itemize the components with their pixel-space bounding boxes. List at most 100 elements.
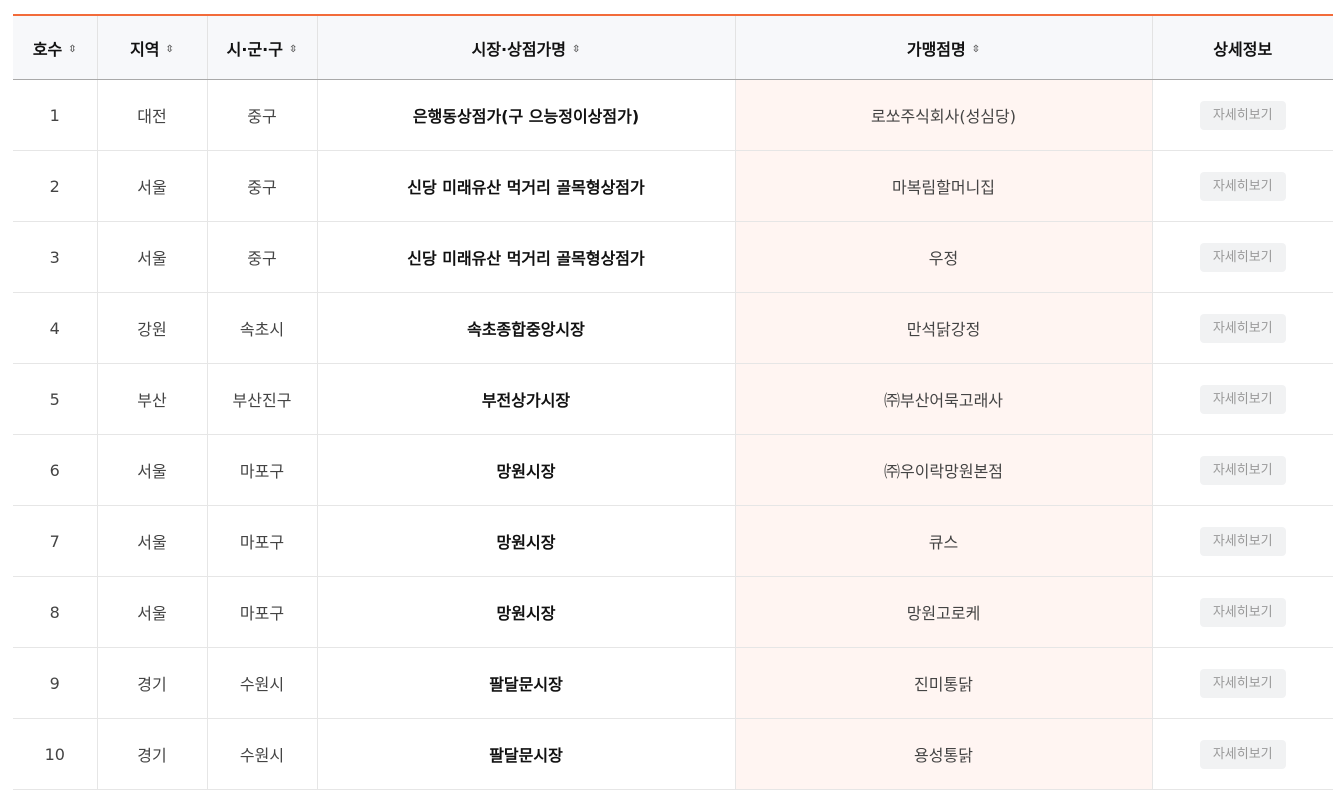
detail-button[interactable]: 자세히보기 xyxy=(1199,171,1286,201)
sort-icon[interactable]: ⇳ xyxy=(572,45,580,55)
cell-no: 7 xyxy=(13,505,98,577)
table-row: 2 서울 중구 신당 미래유산 먹거리 골목형상점가 마복림할머니집 자세히보기 xyxy=(13,150,1333,222)
franchise-table: 호수 ⇳ 지역 ⇳ 시·군·구 ⇳ 시장·상점가명 ⇳ 가맹점명 ⇳ 상세정보 xyxy=(13,16,1333,790)
cell-store: 만석닭강정 xyxy=(735,292,1153,364)
cell-store: ㈜부산어묵고래사 xyxy=(735,363,1153,435)
header-market-label: 시장·상점가명 xyxy=(471,39,566,59)
detail-button[interactable]: 자세히보기 xyxy=(1199,313,1286,343)
cell-store: ㈜우이락망원본점 xyxy=(735,434,1153,506)
table-row: 3 서울 중구 신당 미래유산 먹거리 골목형상점가 우정 자세히보기 xyxy=(13,221,1333,293)
cell-store: 로쏘주식회사(성심당) xyxy=(735,79,1153,151)
cell-market: 속초종합중앙시장 xyxy=(317,292,736,364)
cell-no: 5 xyxy=(13,363,98,435)
cell-market: 신당 미래유산 먹거리 골목형상점가 xyxy=(317,150,736,222)
cell-region: 경기 xyxy=(97,647,208,719)
detail-button[interactable]: 자세히보기 xyxy=(1199,739,1286,769)
cell-detail: 자세히보기 xyxy=(1152,647,1333,719)
cell-region: 경기 xyxy=(97,718,208,790)
cell-market: 팔달문시장 xyxy=(317,718,736,790)
cell-detail: 자세히보기 xyxy=(1152,292,1333,364)
cell-detail: 자세히보기 xyxy=(1152,718,1333,790)
detail-button[interactable]: 자세히보기 xyxy=(1199,526,1286,556)
detail-button[interactable]: 자세히보기 xyxy=(1199,597,1286,627)
cell-region: 서울 xyxy=(97,434,208,506)
cell-detail: 자세히보기 xyxy=(1152,363,1333,435)
cell-district: 수원시 xyxy=(207,718,318,790)
detail-button[interactable]: 자세히보기 xyxy=(1199,100,1286,130)
detail-button[interactable]: 자세히보기 xyxy=(1199,455,1286,485)
header-region[interactable]: 지역 ⇳ xyxy=(97,16,208,80)
table-row: 4 강원 속초시 속초종합중앙시장 만석닭강정 자세히보기 xyxy=(13,292,1333,364)
cell-region: 서울 xyxy=(97,505,208,577)
cell-no: 8 xyxy=(13,576,98,648)
cell-market: 부전상가시장 xyxy=(317,363,736,435)
cell-no: 6 xyxy=(13,434,98,506)
header-store-label: 가맹점명 xyxy=(906,39,966,59)
header-store[interactable]: 가맹점명 ⇳ xyxy=(735,16,1153,80)
table-row: 1 대전 중구 은행동상점가(구 으능정이상점가) 로쏘주식회사(성심당) 자세… xyxy=(13,79,1333,151)
cell-region: 대전 xyxy=(97,79,208,151)
cell-detail: 자세히보기 xyxy=(1152,434,1333,506)
cell-market: 망원시장 xyxy=(317,576,736,648)
detail-button[interactable]: 자세히보기 xyxy=(1199,384,1286,414)
cell-detail: 자세히보기 xyxy=(1152,79,1333,151)
cell-district: 중구 xyxy=(207,79,318,151)
cell-no: 1 xyxy=(13,79,98,151)
cell-detail: 자세히보기 xyxy=(1152,505,1333,577)
cell-store: 용성통닭 xyxy=(735,718,1153,790)
header-detail-label: 상세정보 xyxy=(1213,39,1273,59)
detail-button[interactable]: 자세히보기 xyxy=(1199,242,1286,272)
table-row: 10 경기 수원시 팔달문시장 용성통닭 자세히보기 xyxy=(13,718,1333,790)
cell-store: 우정 xyxy=(735,221,1153,293)
cell-no: 4 xyxy=(13,292,98,364)
sort-icon[interactable]: ⇳ xyxy=(166,45,174,55)
cell-store: 망원고로케 xyxy=(735,576,1153,648)
cell-store: 진미통닭 xyxy=(735,647,1153,719)
cell-no: 9 xyxy=(13,647,98,719)
cell-store: 큐스 xyxy=(735,505,1153,577)
cell-district: 마포구 xyxy=(207,576,318,648)
sort-icon[interactable]: ⇳ xyxy=(68,45,76,55)
table-row: 6 서울 마포구 망원시장 ㈜우이락망원본점 자세히보기 xyxy=(13,434,1333,506)
header-market[interactable]: 시장·상점가명 ⇳ xyxy=(317,16,736,80)
cell-region: 서울 xyxy=(97,221,208,293)
cell-district: 중구 xyxy=(207,150,318,222)
cell-district: 부산진구 xyxy=(207,363,318,435)
cell-market: 은행동상점가(구 으능정이상점가) xyxy=(317,79,736,151)
cell-market: 신당 미래유산 먹거리 골목형상점가 xyxy=(317,221,736,293)
cell-district: 마포구 xyxy=(207,434,318,506)
header-district-label: 시·군·구 xyxy=(226,39,283,59)
cell-detail: 자세히보기 xyxy=(1152,221,1333,293)
cell-region: 강원 xyxy=(97,292,208,364)
detail-button[interactable]: 자세히보기 xyxy=(1199,668,1286,698)
cell-detail: 자세히보기 xyxy=(1152,576,1333,648)
header-district[interactable]: 시·군·구 ⇳ xyxy=(207,16,318,80)
cell-detail: 자세히보기 xyxy=(1152,150,1333,222)
table-row: 8 서울 마포구 망원시장 망원고로케 자세히보기 xyxy=(13,576,1333,648)
cell-market: 망원시장 xyxy=(317,505,736,577)
sort-icon[interactable]: ⇳ xyxy=(972,45,980,55)
cell-district: 속초시 xyxy=(207,292,318,364)
cell-region: 부산 xyxy=(97,363,208,435)
cell-region: 서울 xyxy=(97,576,208,648)
header-no[interactable]: 호수 ⇳ xyxy=(13,16,98,80)
cell-district: 수원시 xyxy=(207,647,318,719)
cell-district: 마포구 xyxy=(207,505,318,577)
table-row: 7 서울 마포구 망원시장 큐스 자세히보기 xyxy=(13,505,1333,577)
cell-district: 중구 xyxy=(207,221,318,293)
table-header-row: 호수 ⇳ 지역 ⇳ 시·군·구 ⇳ 시장·상점가명 ⇳ 가맹점명 ⇳ 상세정보 xyxy=(13,16,1333,80)
cell-no: 2 xyxy=(13,150,98,222)
header-no-label: 호수 xyxy=(32,39,63,59)
table-row: 9 경기 수원시 팔달문시장 진미통닭 자세히보기 xyxy=(13,647,1333,719)
cell-no: 3 xyxy=(13,221,98,293)
cell-region: 서울 xyxy=(97,150,208,222)
header-region-label: 지역 xyxy=(130,39,160,59)
cell-market: 망원시장 xyxy=(317,434,736,506)
cell-store: 마복림할머니집 xyxy=(735,150,1153,222)
table-row: 5 부산 부산진구 부전상가시장 ㈜부산어묵고래사 자세히보기 xyxy=(13,363,1333,435)
cell-no: 10 xyxy=(13,718,98,790)
sort-icon[interactable]: ⇳ xyxy=(289,45,297,55)
franchise-table-container: 호수 ⇳ 지역 ⇳ 시·군·구 ⇳ 시장·상점가명 ⇳ 가맹점명 ⇳ 상세정보 xyxy=(13,14,1333,790)
cell-market: 팔달문시장 xyxy=(317,647,736,719)
header-detail: 상세정보 xyxy=(1152,16,1333,80)
